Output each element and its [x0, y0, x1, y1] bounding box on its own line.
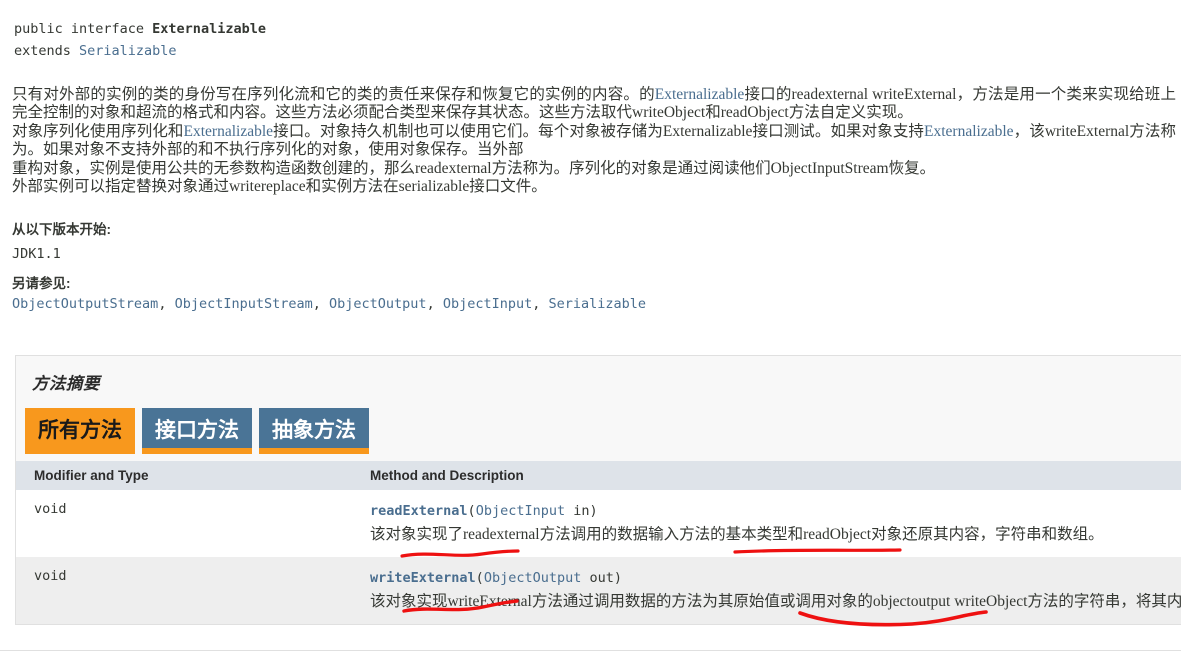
table-header-row: Modifier and Type Method and Description [16, 461, 1181, 490]
desc-p3-seg-1: readexternal [415, 159, 492, 177]
extends-keyword: extends [14, 43, 80, 59]
see-also-link-objectoutputstream[interactable]: ObjectOutputStream [12, 296, 158, 312]
column-header-method-and-description: Method and Description [352, 461, 1181, 490]
see-also-separator: , [532, 296, 549, 312]
desc-p3-seg-2: 方法称为。序列化的对象是通过阅读他们 [491, 159, 771, 177]
desc-p1-seg-3: readexternal writeExternal [791, 86, 957, 103]
desc-p3-seg-0: 重构对象，实例是使用公共的无参数构造函数创建的，那么 [12, 159, 416, 177]
desc-p4-seg-3: serializable [398, 178, 470, 196]
declaration-line-1: public interface Externalizable [14, 18, 266, 40]
description-paragraph-2: 对象序列化使用序列化和Externalizable接口。对象持久机制也可以使用它… [12, 123, 1176, 160]
tab-interface-methods-label: 接口方法 [155, 419, 239, 442]
desc-p1-seg-5: writeObject [632, 104, 706, 122]
see-also-separator: , [312, 296, 330, 312]
type-name: Externalizable [152, 21, 266, 37]
paren-open: ( [467, 503, 476, 519]
desc-p3-seg-3: ObjectInputStream [770, 159, 889, 177]
desc-p4-seg-2: 和实例方法在 [305, 178, 399, 196]
tab-all-methods[interactable]: 所有方法 [25, 408, 135, 454]
method-summary-table: Modifier and Type Method and Description… [16, 461, 1181, 624]
tab-all-methods-label: 所有方法 [38, 419, 122, 442]
desc-p1-seg-1[interactable]: Externalizable [655, 86, 745, 103]
declaration-line-2: extends Serializable [14, 40, 266, 62]
desc-p1-seg-0: 只有对外部的实例的类的身份写在序列化流和它的类的责任来保存和恢复它的实例的内容。… [12, 86, 655, 103]
desc-p4-seg-0: 外部实例可以指定替换对象通过 [12, 178, 230, 196]
method-description: 该对象实现了readexternal方法调用的数据输入方法的基本类型和readO… [370, 526, 1104, 543]
footer-divider [0, 650, 1181, 651]
tab-abstract-methods[interactable]: 抽象方法 [259, 408, 369, 454]
desc-p2-seg-4: 接口测试。如果对象支持 [752, 122, 925, 140]
see-also-separator: , [426, 296, 443, 312]
see-also-link-objectinputstream[interactable]: ObjectInputStream [175, 296, 313, 312]
description-paragraph-3: 重构对象，实例是使用公共的无参数构造函数创建的，那么readexternal方法… [12, 160, 1176, 178]
param-type-link[interactable]: ObjectOutput [484, 570, 582, 586]
method-description: 该对象实现writeExternal方法通过调用数据的方法为其原始值或调用对象的… [370, 593, 1181, 610]
since-heading: 从以下版本开始: [12, 222, 111, 237]
since-value: JDK1.1 [12, 246, 61, 262]
table-row: void writeExternal(ObjectOutput out) 该对象… [16, 557, 1181, 624]
desc-p2-seg-5[interactable]: Externalizable [924, 123, 1014, 140]
desc-p1-seg-6: 和 [705, 104, 721, 122]
param-name: in [565, 503, 590, 519]
declaration-modifiers: public interface [14, 21, 153, 37]
see-also-link-objectinput[interactable]: ObjectInput [443, 296, 532, 312]
desc-p2-seg-6: ，该 [1013, 122, 1045, 140]
desc-p2-seg-7: writeExternal [1044, 122, 1130, 140]
superinterface-link[interactable]: Serializable [79, 43, 177, 59]
type-declaration: public interface Externalizable extends … [14, 18, 266, 62]
desc-p4-seg-1: writereplace [229, 178, 306, 196]
paren-open: ( [475, 570, 484, 586]
paren-close: ) [589, 503, 598, 519]
param-type-link[interactable]: ObjectInput [476, 503, 565, 519]
desc-p1-seg-8: 方法自定义实现。 [788, 104, 913, 122]
see-also-link-objectoutput[interactable]: ObjectOutput [329, 296, 427, 312]
method-link-readexternal[interactable]: readExternal [370, 503, 468, 519]
desc-p2-seg-2: 接口。对象持久机制也可以使用它们。每个对象被存储为 [273, 122, 663, 140]
tab-abstract-methods-label: 抽象方法 [272, 419, 356, 442]
desc-p1-seg-2: 接口的 [744, 86, 792, 103]
desc-p2-seg-1[interactable]: Externalizable [184, 123, 274, 140]
method-modifier: void [16, 490, 352, 557]
desc-p3-seg-4: 恢复。 [888, 159, 936, 177]
desc-p4-seg-4: 接口文件。 [469, 178, 547, 196]
paren-close: ) [613, 570, 623, 586]
method-summary-title: 方法摘要 [32, 374, 100, 393]
desc-p2-seg-0: 对象序列化使用序列化和 [12, 122, 184, 140]
see-also-links: ObjectOutputStream, ObjectInputStream, O… [12, 296, 646, 312]
see-also-heading: 另请参见: [12, 276, 71, 291]
method-summary-section: 方法摘要 所有方法 接口方法 抽象方法 Modifier and Type Me… [15, 355, 1181, 625]
table-row: void readExternal(ObjectInput in) 该对象实现了… [16, 490, 1181, 557]
desc-p1-seg-7: readObject [720, 104, 789, 122]
desc-p2-seg-3: Externalizable [662, 122, 753, 140]
method-signature-writeexternal: writeExternal(ObjectOutput out) [370, 568, 1171, 588]
method-cell: readExternal(ObjectInput in) 该对象实现了reade… [352, 490, 1181, 557]
method-signature-readexternal: readExternal(ObjectInput in) [370, 501, 1171, 521]
see-also-separator: , [158, 296, 175, 312]
tab-interface-methods[interactable]: 接口方法 [142, 408, 252, 454]
method-link-writeexternal[interactable]: writeExternal [370, 570, 476, 586]
see-also-link-serializable[interactable]: Serializable [549, 296, 647, 312]
type-description: 只有对外部的实例的类的身份写在序列化流和它的类的责任来保存和恢复它的实例的内容。… [12, 86, 1176, 196]
method-modifier: void [16, 557, 352, 624]
param-name: out [581, 570, 614, 586]
column-header-modifier-and-type: Modifier and Type [16, 461, 352, 490]
description-paragraph-1: 只有对外部的实例的类的身份写在序列化流和它的类的责任来保存和恢复它的实例的内容。… [12, 86, 1176, 123]
method-cell: writeExternal(ObjectOutput out) 该对象实现wri… [352, 557, 1181, 624]
description-paragraph-4: 外部实例可以指定替换对象通过writereplace和实例方法在serializ… [12, 178, 1176, 196]
method-filter-tablist: 所有方法 接口方法 抽象方法 [16, 394, 1181, 454]
